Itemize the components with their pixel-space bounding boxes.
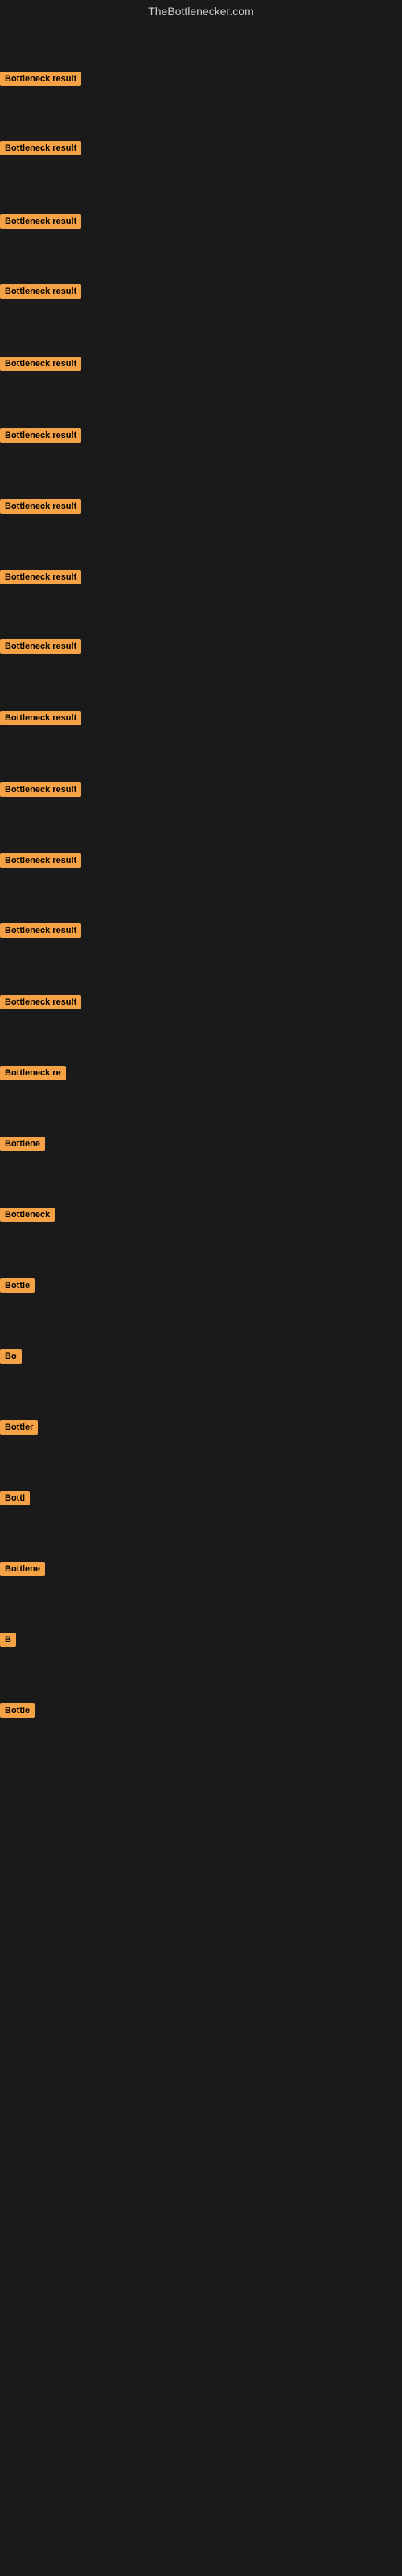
bottleneck-result-item: Bottleneck result	[0, 639, 81, 658]
bottleneck-badge[interactable]: Bottleneck result	[0, 284, 81, 299]
bottleneck-result-item: Bottleneck result	[0, 141, 81, 159]
bottleneck-result-item: Bottleneck result	[0, 72, 81, 90]
bottleneck-result-item: Bottleneck re	[0, 1066, 66, 1084]
bottleneck-result-item: Bottleneck result	[0, 923, 81, 942]
bottleneck-result-item: Bottleneck result	[0, 782, 81, 801]
bottleneck-badge[interactable]: Bottleneck result	[0, 853, 81, 868]
bottleneck-badge[interactable]: Bottleneck re	[0, 1066, 66, 1080]
bottleneck-badge[interactable]: B	[0, 1633, 16, 1647]
bottleneck-badge[interactable]: Bottleneck result	[0, 995, 81, 1009]
bottleneck-badge[interactable]: Bottleneck result	[0, 639, 81, 654]
site-title: TheBottlenecker.com	[0, 0, 402, 26]
bottleneck-badge[interactable]: Bottle	[0, 1278, 35, 1293]
bottleneck-result-item: Bottlene	[0, 1562, 45, 1580]
bottleneck-result-item: Bottleneck result	[0, 284, 81, 303]
bottleneck-badge[interactable]: Bottleneck result	[0, 428, 81, 443]
bottleneck-badge[interactable]: Bottleneck result	[0, 141, 81, 155]
bottleneck-badge[interactable]: Bottleneck result	[0, 357, 81, 371]
bottleneck-result-item: Bottleneck result	[0, 428, 81, 447]
bottleneck-result-item: Bottleneck result	[0, 711, 81, 729]
bottleneck-result-item: Bottle	[0, 1703, 35, 1722]
bottleneck-badge[interactable]: Bottleneck result	[0, 782, 81, 797]
bottleneck-badge[interactable]: Bottleneck result	[0, 214, 81, 229]
bottleneck-result-item: Bottleneck result	[0, 995, 81, 1013]
bottleneck-result-item: B	[0, 1633, 16, 1651]
bottleneck-result-item: Bottl	[0, 1491, 30, 1509]
bottleneck-result-item: Bo	[0, 1349, 22, 1368]
bottleneck-badge[interactable]: Bottleneck	[0, 1208, 55, 1222]
bottleneck-result-item: Bottleneck result	[0, 214, 81, 233]
bottleneck-result-item: Bottleneck result	[0, 853, 81, 872]
bottleneck-result-item: Bottlene	[0, 1137, 45, 1155]
bottleneck-result-item: Bottleneck result	[0, 499, 81, 518]
bottleneck-result-item: Bottleneck result	[0, 570, 81, 588]
bottleneck-badge[interactable]: Bottleneck result	[0, 923, 81, 938]
bottleneck-result-item: Bottleneck result	[0, 357, 81, 375]
bottleneck-badge[interactable]: Bottlene	[0, 1137, 45, 1151]
bottleneck-badge[interactable]: Bottleneck result	[0, 570, 81, 584]
bottleneck-badge[interactable]: Bottleneck result	[0, 711, 81, 725]
bottleneck-badge[interactable]: Bo	[0, 1349, 22, 1364]
bottleneck-badge[interactable]: Bottle	[0, 1703, 35, 1718]
bottleneck-result-item: Bottleneck	[0, 1208, 55, 1226]
bottleneck-badge[interactable]: Bottleneck result	[0, 499, 81, 514]
bottleneck-badge[interactable]: Bottleneck result	[0, 72, 81, 86]
bottleneck-badge[interactable]: Bottl	[0, 1491, 30, 1505]
bottleneck-result-item: Bottle	[0, 1278, 35, 1297]
bottleneck-result-item: Bottler	[0, 1420, 38, 1439]
bottleneck-badge[interactable]: Bottler	[0, 1420, 38, 1435]
bottleneck-badge[interactable]: Bottlene	[0, 1562, 45, 1576]
